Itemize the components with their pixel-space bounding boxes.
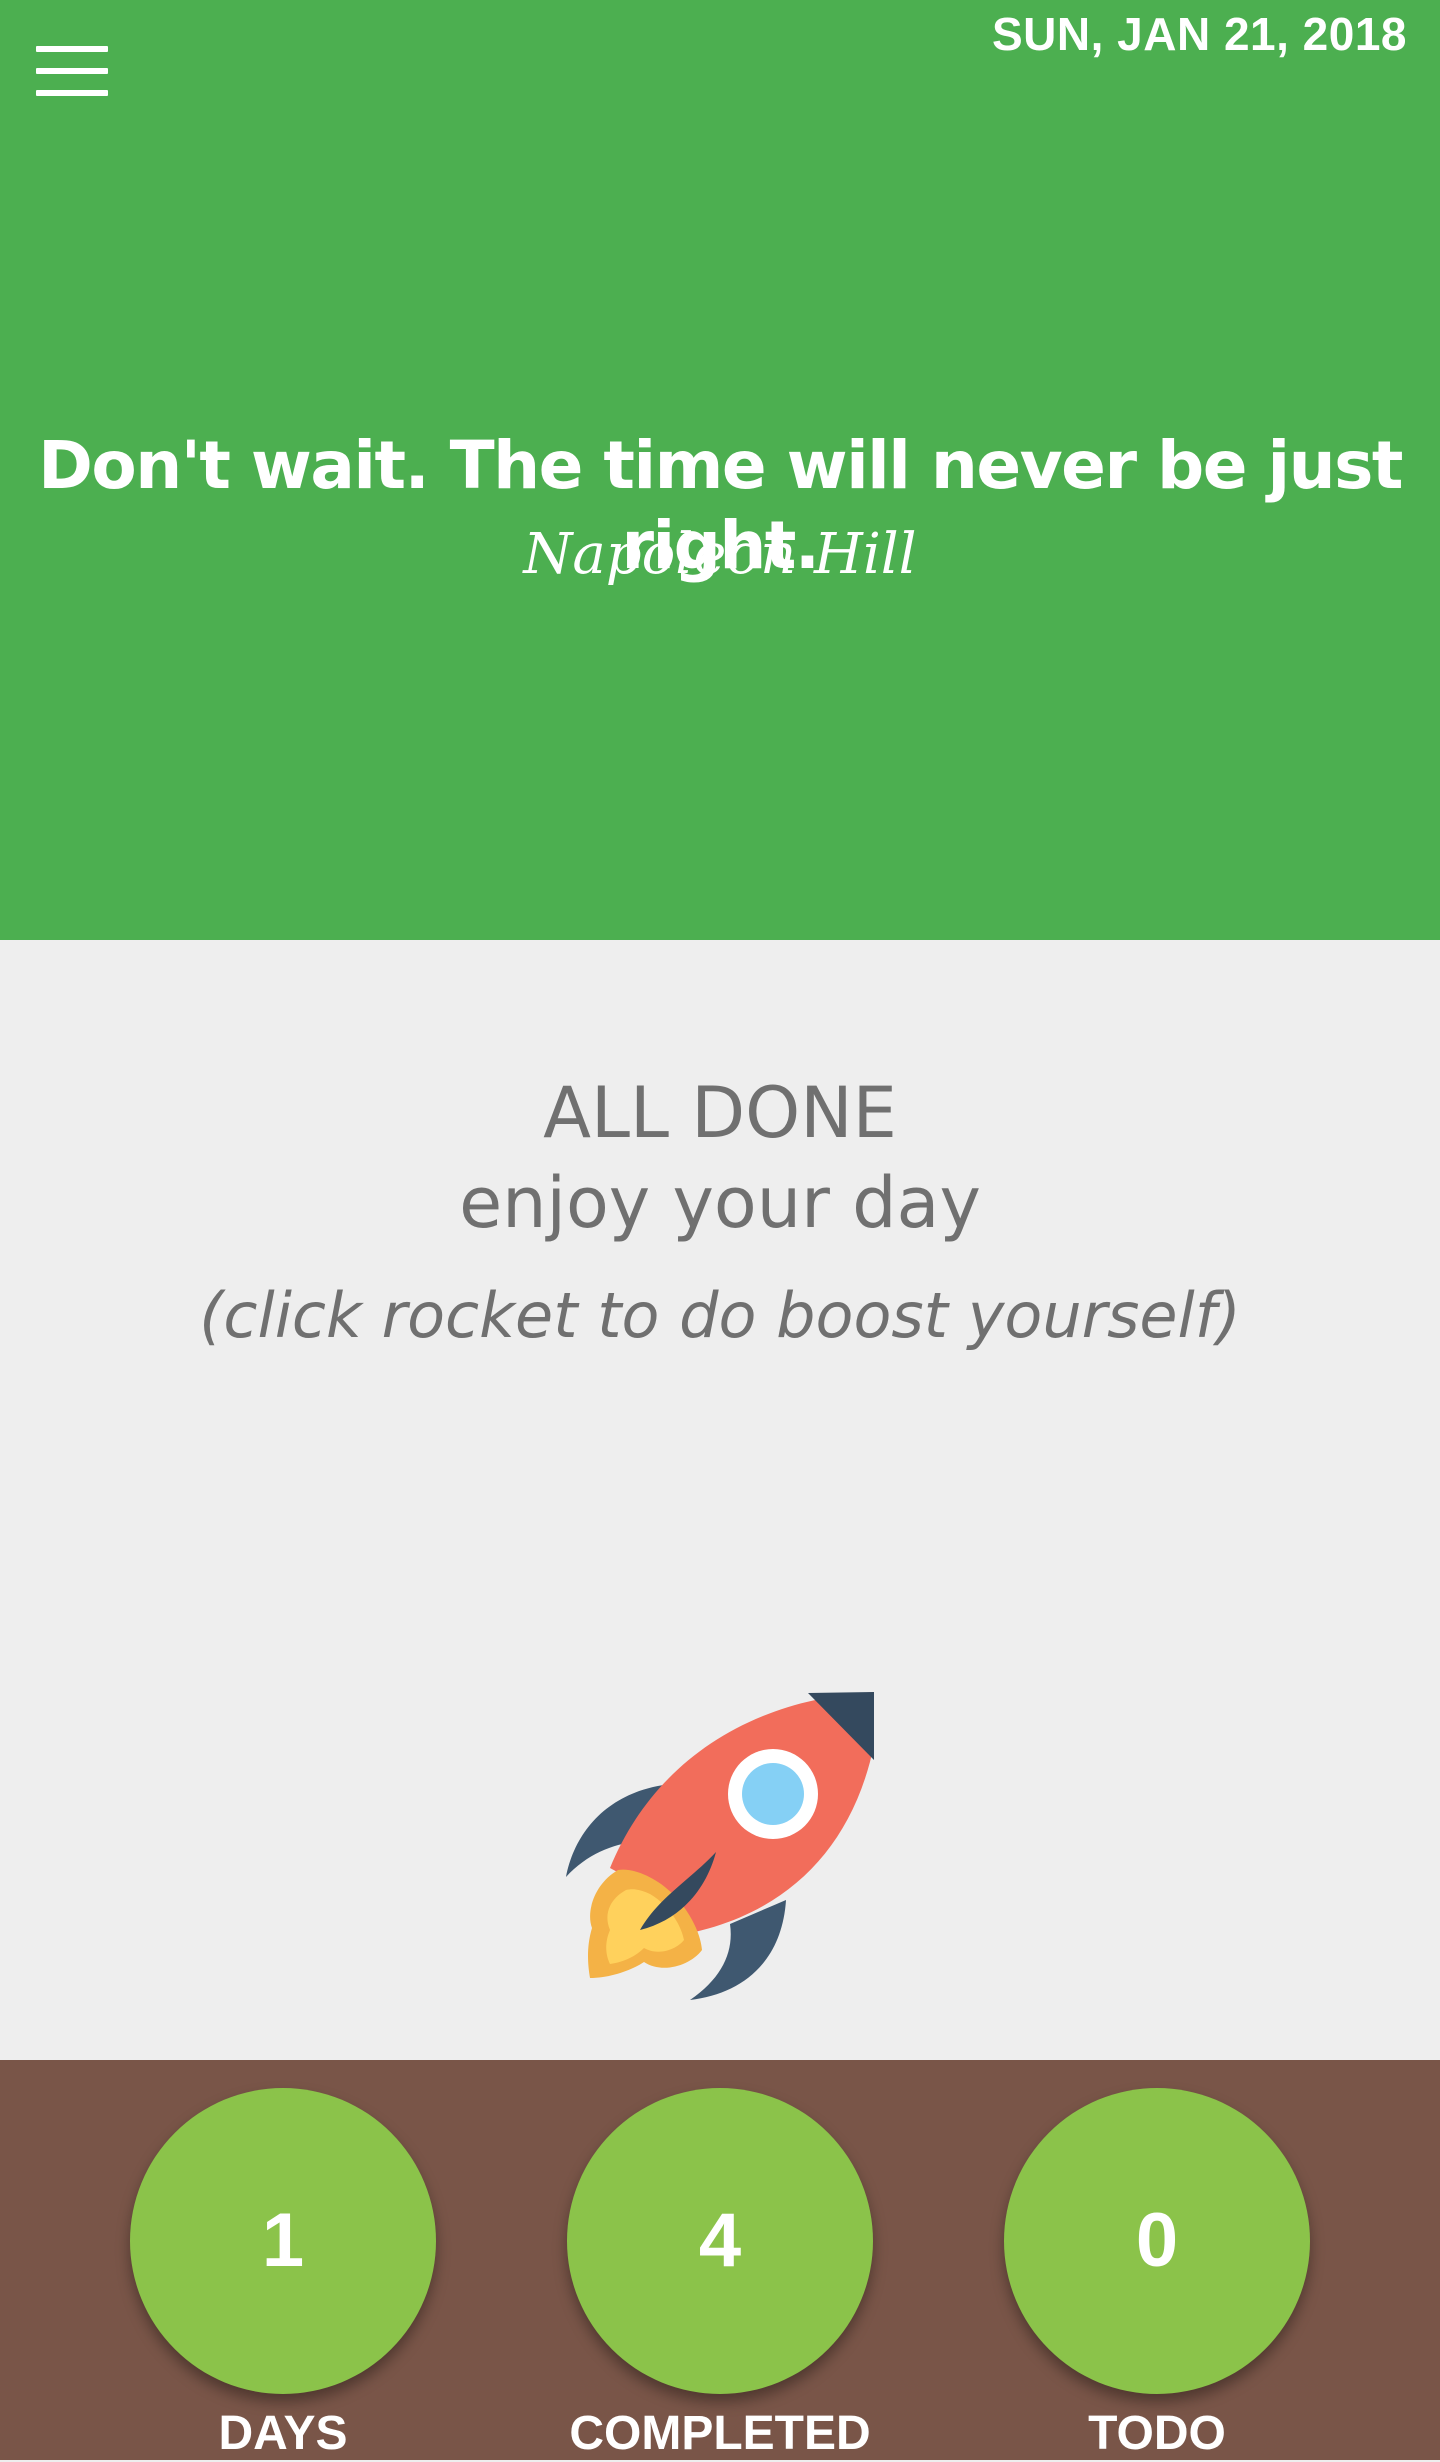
hamburger-menu-icon-bar: [36, 68, 108, 74]
hamburger-menu-icon: [36, 46, 108, 52]
menu-button[interactable]: [36, 46, 108, 98]
stat-days: 1 DAYS: [123, 2088, 443, 2460]
hamburger-menu-icon-bar: [36, 90, 108, 96]
status-subtitle: enjoy your day: [459, 1162, 981, 1244]
completed-counter-circle[interactable]: 4: [567, 2088, 873, 2394]
days-label: DAYS: [218, 2407, 348, 2460]
rocket-boost-button[interactable]: [560, 1686, 880, 2006]
completed-value: 4: [698, 2198, 742, 2283]
days-counter-circle[interactable]: 1: [130, 2088, 436, 2394]
rocket-icon: [566, 1692, 874, 2000]
todo-counter-circle[interactable]: 0: [1004, 2088, 1310, 2394]
stat-todo: 0 TODO: [997, 2088, 1317, 2460]
todo-value: 0: [1135, 2198, 1179, 2283]
todo-label: TODO: [1088, 2407, 1226, 2460]
quote-author: Napoleon Hill: [523, 522, 917, 587]
status-hint: (click rocket to do boost yourself): [199, 1279, 1241, 1352]
current-date: SUN, JAN 21, 2018: [991, 8, 1407, 60]
stats-footer: 1 DAYS 4 COMPLETED 0 TODO: [0, 2060, 1440, 2460]
completed-label: COMPLETED: [569, 2407, 871, 2460]
days-value: 1: [261, 2198, 305, 2283]
status-title: ALL DONE: [543, 1072, 897, 1154]
quote-header: SUN, JAN 21, 2018 Don't wait. The time w…: [0, 0, 1440, 940]
stat-completed: 4 COMPLETED: [560, 2088, 880, 2460]
